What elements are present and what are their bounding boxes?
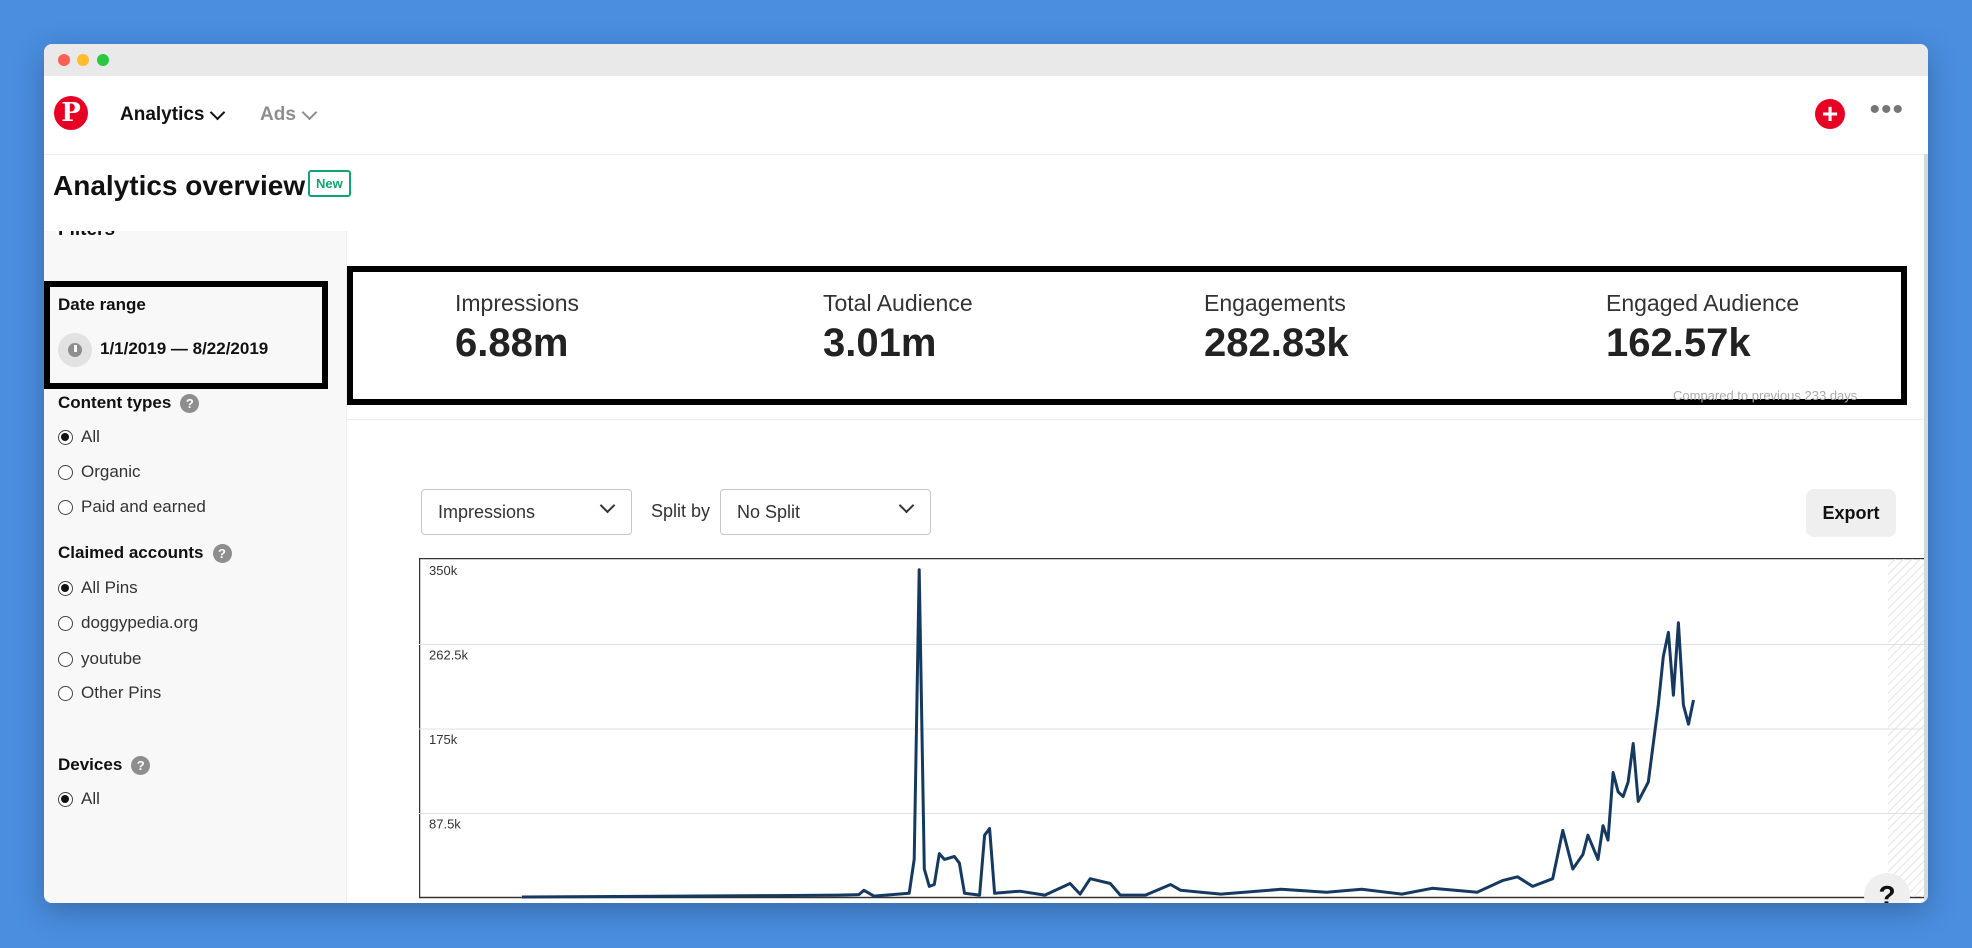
option-label: Other Pins xyxy=(81,683,162,702)
y-tick-label: 87.5k xyxy=(429,817,461,832)
split-by-label: Split by xyxy=(651,501,711,521)
impressions-line-chart: 350k262.5k175k87.5kDec 31 Jan 24 Feb 17 Mar… xyxy=(419,558,1928,899)
metric-total-audience[interactable]: Total Audience 3.01m xyxy=(823,290,973,366)
split-select-value: No Split xyxy=(737,502,801,522)
metric-label: Total Audience xyxy=(823,290,973,316)
create-button[interactable]: + xyxy=(1815,99,1845,129)
option-label: All xyxy=(81,789,100,808)
impressions-series-line xyxy=(521,568,1695,899)
chart-frame xyxy=(419,558,1928,899)
devices-title: Devices ? xyxy=(58,755,151,775)
chevron-down-icon xyxy=(898,497,915,514)
radio-button[interactable] xyxy=(58,499,73,515)
metric-select[interactable]: Impressions xyxy=(421,489,632,535)
date-range-section: Date range 1/1/2019 — 8/22/2019 xyxy=(44,281,328,389)
devices-label: Devices xyxy=(58,755,123,774)
metric-value: 162.57k xyxy=(1606,321,1751,365)
option-label: youtube xyxy=(81,649,142,668)
filters-sidebar: Filters Date range 1/1/2019 — 8/22/2019 … xyxy=(44,231,347,903)
claimed-accounts-title: Claimed accounts ? xyxy=(58,543,232,563)
date-range-picker[interactable]: 1/1/2019 — 8/22/2019 xyxy=(100,339,268,359)
metric-select-value: Impressions xyxy=(438,502,536,522)
option-label: doggypedia.org xyxy=(81,613,199,632)
metric-label: Engagements xyxy=(1204,290,1346,316)
content-types-title: Content types ? xyxy=(58,393,200,413)
metric-engaged-audience[interactable]: Engaged Audience 162.57k xyxy=(1606,290,1799,366)
export-button[interactable]: Export xyxy=(1806,489,1896,537)
page-title: Analytics overview xyxy=(53,170,306,201)
metric-engagements[interactable]: Engagements 282.83k xyxy=(1204,290,1349,366)
title-bar xyxy=(44,44,1928,76)
comparison-note: Compared to previous 233 days xyxy=(1673,388,1858,403)
content-types-label: Content types xyxy=(58,393,172,412)
account-option[interactable]: youtube xyxy=(58,649,142,669)
account-option[interactable]: All Pins xyxy=(58,578,138,598)
content-type-option[interactable]: Organic xyxy=(58,462,141,482)
metric-value: 282.83k xyxy=(1204,321,1349,365)
option-label: Organic xyxy=(81,462,141,481)
pinterest-logo-icon[interactable]: P xyxy=(54,96,88,130)
chevron-down-icon xyxy=(301,104,318,120)
option-label: Paid and earned xyxy=(81,497,206,516)
ads-menu-label: Ads xyxy=(260,104,296,125)
claimed-accounts-label: Claimed accounts xyxy=(58,543,204,562)
new-badge: New xyxy=(308,170,351,197)
device-option[interactable]: All xyxy=(58,789,100,809)
content-type-option[interactable]: All xyxy=(58,427,100,447)
y-tick-label: 175k xyxy=(429,732,458,747)
app-window: P Analytics Ads + ••• Analytics overview… xyxy=(44,44,1928,903)
close-window-button[interactable] xyxy=(58,54,70,66)
content-type-option[interactable]: Paid and earned xyxy=(58,497,206,517)
radio-button[interactable] xyxy=(58,464,73,480)
main-panel: Impressions 6.88m Total Audience 3.01m E… xyxy=(347,231,1928,903)
analytics-menu[interactable]: Analytics xyxy=(120,104,226,126)
minimize-window-button[interactable] xyxy=(77,54,89,66)
help-icon[interactable]: ? xyxy=(131,755,151,775)
y-tick-label: 262.5k xyxy=(429,648,469,663)
radio-button[interactable] xyxy=(58,685,73,701)
filters-title: Filters xyxy=(58,231,115,241)
top-nav: P Analytics Ads + ••• xyxy=(44,76,1928,155)
help-icon[interactable]: ? xyxy=(212,543,232,563)
metric-label: Impressions xyxy=(455,290,579,316)
clock-icon[interactable] xyxy=(58,333,92,367)
radio-button[interactable] xyxy=(58,615,73,631)
radio-button[interactable] xyxy=(58,580,73,596)
date-range-label: Date range xyxy=(58,295,146,314)
y-tick-label: 350k xyxy=(429,563,458,578)
ellipsis-icon: ••• xyxy=(1869,93,1904,126)
radio-button[interactable] xyxy=(58,651,73,667)
chevron-down-icon xyxy=(599,497,616,514)
plus-icon: + xyxy=(1821,98,1839,129)
radio-button[interactable] xyxy=(58,429,73,445)
analytics-menu-label: Analytics xyxy=(120,104,205,125)
account-option[interactable]: doggypedia.org xyxy=(58,613,198,633)
more-options-button[interactable]: ••• xyxy=(1869,95,1904,125)
metric-label: Engaged Audience xyxy=(1606,290,1800,316)
scrollbar[interactable] xyxy=(1924,154,1928,903)
ads-menu[interactable]: Ads xyxy=(260,104,318,126)
metric-impressions[interactable]: Impressions 6.88m xyxy=(455,290,579,366)
maximize-window-button[interactable] xyxy=(97,54,109,66)
metric-value: 6.88m xyxy=(455,321,569,365)
account-option[interactable]: Other Pins xyxy=(58,683,161,703)
metrics-summary: Impressions 6.88m Total Audience 3.01m E… xyxy=(347,266,1907,405)
split-select[interactable]: No Split xyxy=(720,489,931,535)
chevron-down-icon xyxy=(210,104,226,120)
divider xyxy=(347,419,1928,420)
option-label: All Pins xyxy=(81,578,138,597)
incomplete-data-region xyxy=(1888,559,1928,897)
radio-button[interactable] xyxy=(58,791,73,807)
option-label: All xyxy=(81,427,100,446)
help-icon[interactable]: ? xyxy=(180,393,200,413)
metric-value: 3.01m xyxy=(823,321,937,365)
